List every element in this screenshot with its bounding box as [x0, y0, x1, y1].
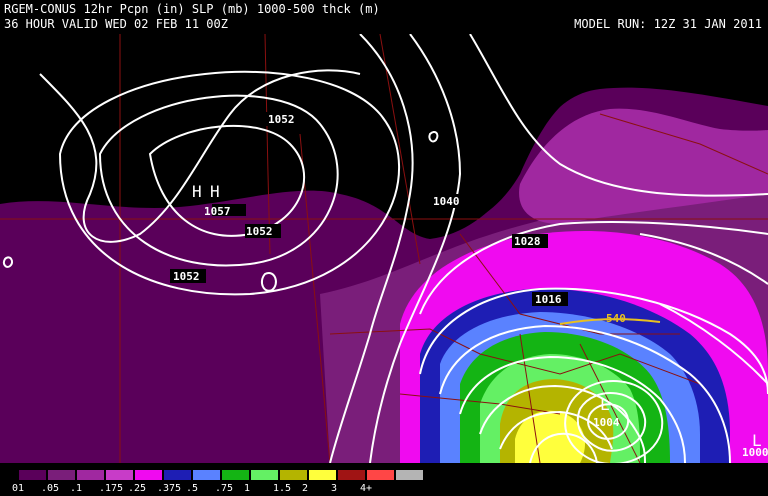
legend-label: .05 — [41, 483, 60, 494]
isobar-label: 1016 — [535, 293, 562, 306]
legend-label: .75 — [215, 483, 234, 494]
thickness-label: 540 — [606, 312, 626, 325]
legend-label: 01 — [12, 483, 25, 494]
model-run: MODEL RUN: 12Z 31 JAN 2011 — [574, 17, 762, 31]
isobar-label: 1052 — [246, 225, 273, 238]
legend-label: 1.5 — [273, 483, 292, 494]
valid-time: 36 HOUR VALID WED 02 FEB 11 00Z — [4, 17, 228, 31]
legend-swatch — [105, 469, 134, 481]
legend-label: .25 — [128, 483, 147, 494]
isobar-label: 1040 — [433, 195, 460, 208]
legend-swatch — [192, 469, 221, 481]
legend-swatch — [163, 469, 192, 481]
low-pressure-marker: L — [752, 431, 762, 450]
legend-label: 2 — [302, 483, 309, 494]
legend-label: 3 — [331, 483, 338, 494]
legend-swatch — [76, 469, 105, 481]
legend-swatch — [134, 469, 163, 481]
isobar-label: 1052 — [268, 113, 295, 126]
legend-swatch — [18, 469, 47, 481]
legend-label: .175 — [99, 483, 124, 494]
isobar-label: 1052 — [173, 270, 200, 283]
low-pressure-marker: L — [600, 395, 610, 414]
legend-label: 1 — [244, 483, 251, 494]
legend-swatch — [337, 469, 366, 481]
high-pressure-marker: H — [192, 182, 202, 201]
weather-map: 1052 1057 1052 1052 1040 1028 1016 1004 … — [0, 34, 768, 463]
legend-label: .375 — [157, 483, 182, 494]
precip-heavy-area — [400, 231, 768, 463]
legend-label: .5 — [186, 483, 199, 494]
legend-label: .1 — [70, 483, 83, 494]
legend-swatch — [308, 469, 337, 481]
legend-swatch — [279, 469, 308, 481]
legend-label: 4+ — [360, 483, 373, 494]
isobar-label: 1057 — [204, 205, 231, 218]
legend-swatch — [47, 469, 76, 481]
chart-title: RGEM-CONUS 12hr Pcpn (in) SLP (mb) 1000-… — [4, 2, 380, 16]
legend-swatch — [366, 469, 395, 481]
precip-legend: 01 .05 .1 .175 .25 .375 .5 .75 1 1.5 2 3 4+ — [0, 463, 768, 496]
high-pressure-marker: H — [210, 182, 220, 201]
legend-swatch — [395, 469, 424, 481]
isobar-label: 1028 — [514, 235, 541, 248]
header-bar: RGEM-CONUS 12hr Pcpn (in) SLP (mb) 1000-… — [0, 0, 768, 34]
isobar-label: 1004 — [593, 416, 620, 429]
legend-swatch — [221, 469, 250, 481]
legend-swatch — [250, 469, 279, 481]
